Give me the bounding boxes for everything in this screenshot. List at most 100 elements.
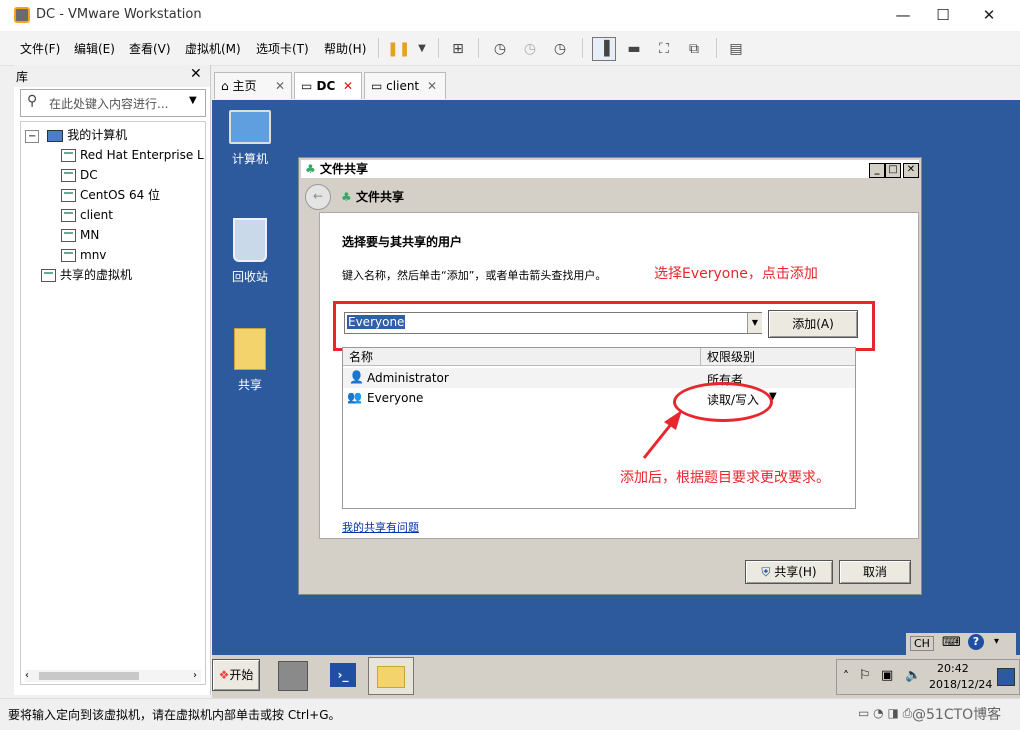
desktop-icon-label: 回收站: [231, 270, 268, 284]
horizontal-scrollbar[interactable]: ‹ ›: [25, 670, 201, 682]
cancel-button[interactable]: 取消: [839, 560, 911, 584]
tab-home[interactable]: ⌂ 主页 ✕: [214, 72, 292, 99]
library-title: 库: [16, 70, 29, 84]
close-tab-icon[interactable]: ✕: [275, 73, 285, 99]
vm-label: client: [80, 208, 113, 222]
search-input[interactable]: 在此处键入内容进行...: [49, 95, 168, 112]
tab-client[interactable]: ▭ client ✕: [364, 72, 446, 99]
thumbnail-view-icon[interactable]: ▬: [622, 37, 646, 61]
group-icon: 👥: [347, 390, 362, 404]
language-indicator[interactable]: CH: [910, 636, 934, 651]
column-header-level[interactable]: 权限级别: [701, 348, 855, 366]
start-button[interactable]: ❖开始: [212, 659, 260, 691]
tab-dc[interactable]: ▭ DC ✕: [294, 72, 362, 99]
collapse-icon[interactable]: −: [25, 130, 40, 143]
scrollbar-thumb[interactable]: [39, 672, 139, 680]
chevron-up-icon[interactable]: ˄: [843, 669, 849, 683]
desktop-icon-recycle-bin[interactable]: 回收站: [220, 218, 280, 285]
menu-view[interactable]: 查看(V): [129, 40, 171, 57]
fullscreen-icon[interactable]: ⛶: [652, 37, 676, 61]
list-item[interactable]: 👤 Administrator 所有者: [343, 368, 855, 388]
tree-item-vm[interactable]: DC: [61, 165, 98, 185]
unity-icon[interactable]: ⧉: [682, 37, 706, 61]
speaker-muted-icon[interactable]: 🔈: [905, 668, 921, 683]
dialog-minimize-button[interactable]: _: [869, 163, 885, 178]
menu-help[interactable]: 帮助(H): [324, 40, 366, 57]
send-keys-icon[interactable]: ⊞: [446, 37, 470, 61]
clock-date[interactable]: 2018/12/24: [929, 678, 992, 691]
file-sharing-dialog: ♣ 文件共享 _ □ ✕ ← ♣ 文件共享 选择要与其共享的用户 键入名称，然后…: [298, 157, 922, 595]
menu-file[interactable]: 文件(F): [20, 40, 60, 57]
console-view-icon[interactable]: ▤: [724, 37, 748, 61]
status-bar: 要将输入定向到该虚拟机，请在虚拟机内部单击或按 Ctrl+G。 ▭ ◔ ◨ ⎙ …: [0, 698, 1020, 730]
menu-edit[interactable]: 编辑(E): [74, 40, 115, 57]
maximize-button[interactable]: ☐: [920, 0, 966, 31]
vm-icon: [61, 189, 76, 202]
flag-icon[interactable]: ⚐: [859, 668, 871, 683]
desktop-icon-computer[interactable]: 计算机: [220, 110, 280, 167]
back-button[interactable]: ←: [305, 184, 331, 210]
user-name-input[interactable]: Everyone: [347, 315, 406, 329]
library-view-icon[interactable]: ▐: [592, 37, 616, 61]
sharing-problem-link[interactable]: 我的共享有问题: [342, 519, 419, 535]
snapshot-icon[interactable]: ◷: [488, 37, 512, 61]
tree-item-vm[interactable]: CentOS 64 位: [61, 185, 160, 205]
powershell-icon[interactable]: ›_: [330, 663, 356, 687]
explorer-taskbar-button[interactable]: [368, 657, 414, 695]
close-library-icon[interactable]: ✕: [190, 66, 202, 82]
vm-label: DC: [80, 168, 98, 182]
folder-icon: [377, 666, 405, 688]
library-panel: 库 ✕ ⚲ 在此处键入内容进行... ▼ − 我的计算机 Red Hat Ent…: [14, 65, 211, 695]
revert-snapshot-icon[interactable]: ◷: [518, 37, 542, 61]
close-tab-icon[interactable]: ✕: [427, 73, 437, 99]
keyboard-icon[interactable]: ⌨: [942, 635, 961, 650]
network-icon[interactable]: ▣: [881, 668, 893, 683]
row-name: Administrator: [367, 371, 449, 385]
close-window-button[interactable]: ✕: [966, 0, 1012, 31]
show-desktop-icon[interactable]: [997, 668, 1015, 686]
tree-item-vm[interactable]: Red Hat Enterprise L: [61, 145, 204, 165]
list-item[interactable]: 👥 Everyone 读取/写入 ▼: [343, 388, 855, 408]
computer-icon: [47, 129, 64, 142]
tree-root[interactable]: − 我的计算机: [25, 125, 127, 145]
dialog-close-button[interactable]: ✕: [903, 163, 919, 178]
tree-item-shared[interactable]: 共享的虚拟机: [41, 265, 132, 285]
column-header-name[interactable]: 名称: [343, 348, 701, 366]
share-button[interactable]: ⛨ 共享(H): [745, 560, 833, 584]
user-name-combobox[interactable]: Everyone ▼: [344, 312, 762, 334]
close-tab-icon[interactable]: ✕: [343, 73, 353, 99]
scroll-left-icon[interactable]: ‹: [25, 670, 29, 681]
guest-taskbar: ❖开始 ›_ ˄ ⚐ ▣ 🔈 20:42 2018/12/24: [212, 655, 1020, 698]
menu-tabs[interactable]: 选项卡(T): [256, 40, 309, 57]
library-search[interactable]: ⚲ 在此处键入内容进行... ▼: [20, 89, 206, 117]
tree-item-vm[interactable]: client: [61, 205, 113, 225]
folder-icon: [234, 328, 266, 370]
dialog-title: 文件共享: [319, 162, 368, 176]
tree-item-vm[interactable]: mnv: [61, 245, 106, 265]
system-tray: ˄ ⚐ ▣ 🔈 20:42 2018/12/24: [836, 659, 1020, 695]
title-bar: DC - VMware Workstation — ☐ ✕: [0, 0, 1020, 31]
options-icon[interactable]: ▾: [994, 636, 999, 647]
shared-vm-icon: [41, 269, 56, 282]
pause-icon[interactable]: ❚❚: [386, 37, 410, 61]
vm-icon: [61, 209, 76, 222]
scroll-right-icon[interactable]: ›: [193, 670, 197, 681]
desktop-icon-share[interactable]: 共享: [220, 328, 280, 393]
chevron-down-icon[interactable]: ▼: [747, 313, 762, 333]
vm-icon: [61, 149, 76, 162]
dialog-maximize-button[interactable]: □: [885, 163, 901, 178]
snapshot-manager-icon[interactable]: ◷: [548, 37, 572, 61]
tree-item-vm[interactable]: MN: [61, 225, 99, 245]
clock-time[interactable]: 20:42: [937, 662, 969, 675]
status-text: 要将输入定向到该虚拟机，请在虚拟机内部单击或按 Ctrl+G。: [8, 708, 341, 722]
help-icon[interactable]: ?: [968, 634, 984, 650]
server-manager-icon[interactable]: [278, 661, 308, 691]
user-icon: 👤: [349, 370, 364, 384]
menu-vm[interactable]: 虚拟机(M): [185, 40, 241, 57]
vm-label: CentOS 64 位: [80, 188, 161, 202]
watermark: @51CTO博客: [912, 707, 1002, 723]
chevron-down-icon[interactable]: ▼: [410, 37, 434, 61]
chevron-down-icon[interactable]: ▼: [189, 95, 197, 106]
shield-icon: ⛨: [761, 565, 771, 579]
add-button[interactable]: 添加(A): [768, 310, 858, 338]
